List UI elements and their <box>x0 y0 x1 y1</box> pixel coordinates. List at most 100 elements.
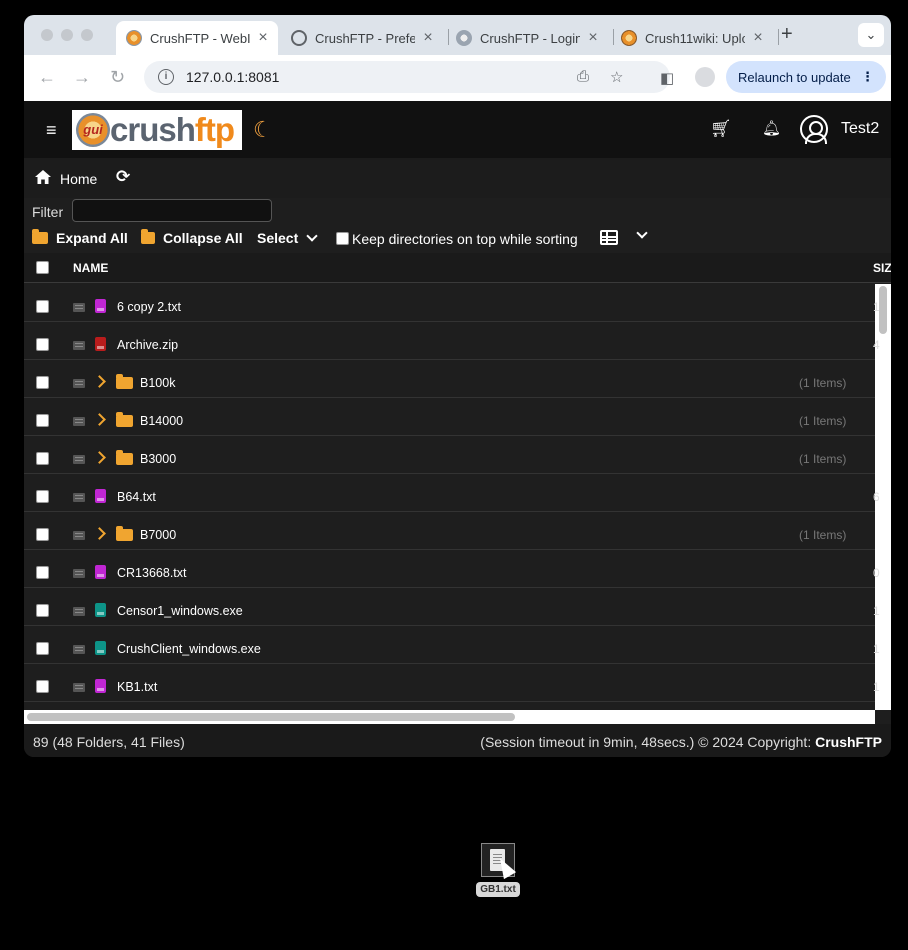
folder-name[interactable]: B14000 <box>140 414 183 428</box>
tab-crushftp-webinterface[interactable]: CrushFTP - WebInterface × <box>116 21 278 55</box>
hamburger-menu-icon[interactable]: ≡ <box>46 120 57 141</box>
drag-handle-icon[interactable] <box>73 607 85 616</box>
column-header-name[interactable]: NAME <box>73 261 108 275</box>
row-checkbox[interactable] <box>36 528 49 541</box>
dark-mode-moon-icon[interactable]: ☾ <box>253 117 273 143</box>
profile-avatar-icon[interactable] <box>695 67 715 87</box>
row-checkbox[interactable] <box>36 338 49 351</box>
row-checkbox[interactable] <box>36 604 49 617</box>
file-type-icon <box>95 603 106 617</box>
keep-directories-label[interactable]: Keep directories on top while sorting <box>352 231 578 247</box>
drag-handle-icon[interactable] <box>73 531 85 540</box>
back-arrow-icon[interactable]: ← <box>38 67 56 88</box>
row-checkbox[interactable] <box>36 642 49 655</box>
expand-all-button[interactable]: Expand All <box>32 229 128 246</box>
expand-chevron-icon[interactable] <box>93 451 106 464</box>
expand-chevron-icon[interactable] <box>93 527 106 540</box>
username-label[interactable]: Test2 <box>841 120 879 138</box>
crushftp-logo[interactable]: gui crushftp <box>72 110 242 150</box>
forward-arrow-icon[interactable]: → <box>73 67 91 88</box>
file-name[interactable]: Censor1_windows.exe <box>117 604 243 618</box>
file-size-cell: 4 <box>873 338 880 352</box>
dragged-file-label: GB1.txt <box>476 882 520 897</box>
row-checkbox[interactable] <box>36 300 49 313</box>
user-account-icon[interactable] <box>800 115 828 144</box>
drag-handle-icon[interactable] <box>73 417 85 426</box>
address-bar[interactable]: i 127.0.0.1:8081 ⎙ ☆ <box>144 61 670 93</box>
file-name[interactable]: B64.txt <box>117 490 156 504</box>
keep-directories-checkbox[interactable] <box>336 232 349 245</box>
horizontal-scrollbar[interactable] <box>24 710 875 724</box>
table-row[interactable]: B7000 (1 Items) <box>24 512 875 550</box>
drag-handle-icon[interactable] <box>73 645 85 654</box>
horizontal-scroll-thumb[interactable] <box>27 713 515 721</box>
close-tab-icon[interactable]: × <box>256 29 270 47</box>
row-checkbox[interactable] <box>36 414 49 427</box>
file-name[interactable]: Archive.zip <box>117 338 178 352</box>
tab-crushftp-login[interactable]: CrushFTP - Login × <box>446 21 611 55</box>
more-menu-icon[interactable]: ⋮ <box>861 69 874 85</box>
table-row[interactable]: CR13668.txt <box>24 550 875 588</box>
close-tab-icon[interactable]: × <box>751 29 765 47</box>
drag-handle-icon[interactable] <box>73 683 85 692</box>
table-row[interactable]: CrushClient_windows.exe <box>24 626 875 664</box>
dragged-file-ghost[interactable]: GB1.txt <box>476 842 520 898</box>
select-dropdown[interactable]: Select <box>257 230 318 246</box>
folder-name[interactable]: B100k <box>140 376 175 390</box>
expand-chevron-icon[interactable] <box>93 413 106 426</box>
cart-icon[interactable]: 🛒︎ <box>710 119 732 139</box>
table-row[interactable]: 6 copy 2.txt <box>24 284 875 322</box>
bookmark-star-icon[interactable]: ☆ <box>610 68 623 86</box>
close-tab-icon[interactable]: × <box>421 29 435 47</box>
drag-handle-icon[interactable] <box>73 379 85 388</box>
breadcrumb-home[interactable]: Home <box>60 171 97 187</box>
reload-icon[interactable]: ↻ <box>110 67 125 88</box>
expand-chevron-icon[interactable] <box>93 375 106 388</box>
refresh-icon[interactable]: ⟳ <box>116 167 130 187</box>
table-row[interactable]: Archive.zip <box>24 322 875 360</box>
drag-handle-icon[interactable] <box>73 341 85 350</box>
column-header-size[interactable]: SIZE <box>873 261 891 275</box>
drag-handle-icon[interactable] <box>73 569 85 578</box>
table-row[interactable]: B3000 (1 Items) <box>24 436 875 474</box>
table-row[interactable]: KB1.txt <box>24 664 875 702</box>
install-app-icon[interactable]: ⎙ <box>577 68 589 85</box>
file-name[interactable]: 6 copy 2.txt <box>117 300 181 314</box>
tab-search-chevron-icon[interactable]: ⌄ <box>858 23 884 47</box>
close-window-button[interactable] <box>41 29 53 41</box>
row-checkbox[interactable] <box>36 566 49 579</box>
table-row[interactable]: B14000 (1 Items) <box>24 398 875 436</box>
folder-name[interactable]: B3000 <box>140 452 176 466</box>
table-row[interactable]: B100k (1 Items) <box>24 360 875 398</box>
new-tab-plus-icon[interactable]: + <box>781 23 793 46</box>
zoom-window-button[interactable] <box>81 29 93 41</box>
side-panel-icon[interactable]: ◧ <box>660 69 674 87</box>
table-row[interactable]: B64.txt <box>24 474 875 512</box>
row-checkbox[interactable] <box>36 490 49 503</box>
row-checkbox[interactable] <box>36 680 49 693</box>
drag-handle-icon[interactable] <box>73 455 85 464</box>
table-view-icon[interactable] <box>600 230 618 245</box>
relaunch-to-update-button[interactable]: Relaunch to update ⋮ <box>726 61 886 93</box>
minimize-window-button[interactable] <box>61 29 73 41</box>
row-checkbox[interactable] <box>36 452 49 465</box>
select-all-checkbox[interactable] <box>36 261 49 274</box>
tab-crushftp-preferences[interactable]: CrushFTP - Preferences × <box>281 21 446 55</box>
logo-badge: gui <box>76 113 110 147</box>
drag-handle-icon[interactable] <box>73 493 85 502</box>
row-checkbox[interactable] <box>36 376 49 389</box>
table-row[interactable]: Censor1_windows.exe <box>24 588 875 626</box>
file-name[interactable]: CR13668.txt <box>117 566 186 580</box>
notification-bell-icon[interactable]: 🔔︎ <box>762 119 781 137</box>
tab-crush11wiki[interactable]: Crush11wiki: Upload × <box>611 21 776 55</box>
file-name[interactable]: KB1.txt <box>117 680 157 694</box>
site-info-icon[interactable]: i <box>158 69 174 85</box>
drag-handle-icon[interactable] <box>73 303 85 312</box>
filter-input[interactable] <box>72 199 272 222</box>
collapse-all-button[interactable]: Collapse All <box>141 229 243 246</box>
home-icon[interactable] <box>35 170 51 184</box>
vertical-scroll-thumb[interactable] <box>879 286 887 334</box>
close-tab-icon[interactable]: × <box>586 29 600 47</box>
file-name[interactable]: CrushClient_windows.exe <box>117 642 261 656</box>
folder-name[interactable]: B7000 <box>140 528 176 542</box>
